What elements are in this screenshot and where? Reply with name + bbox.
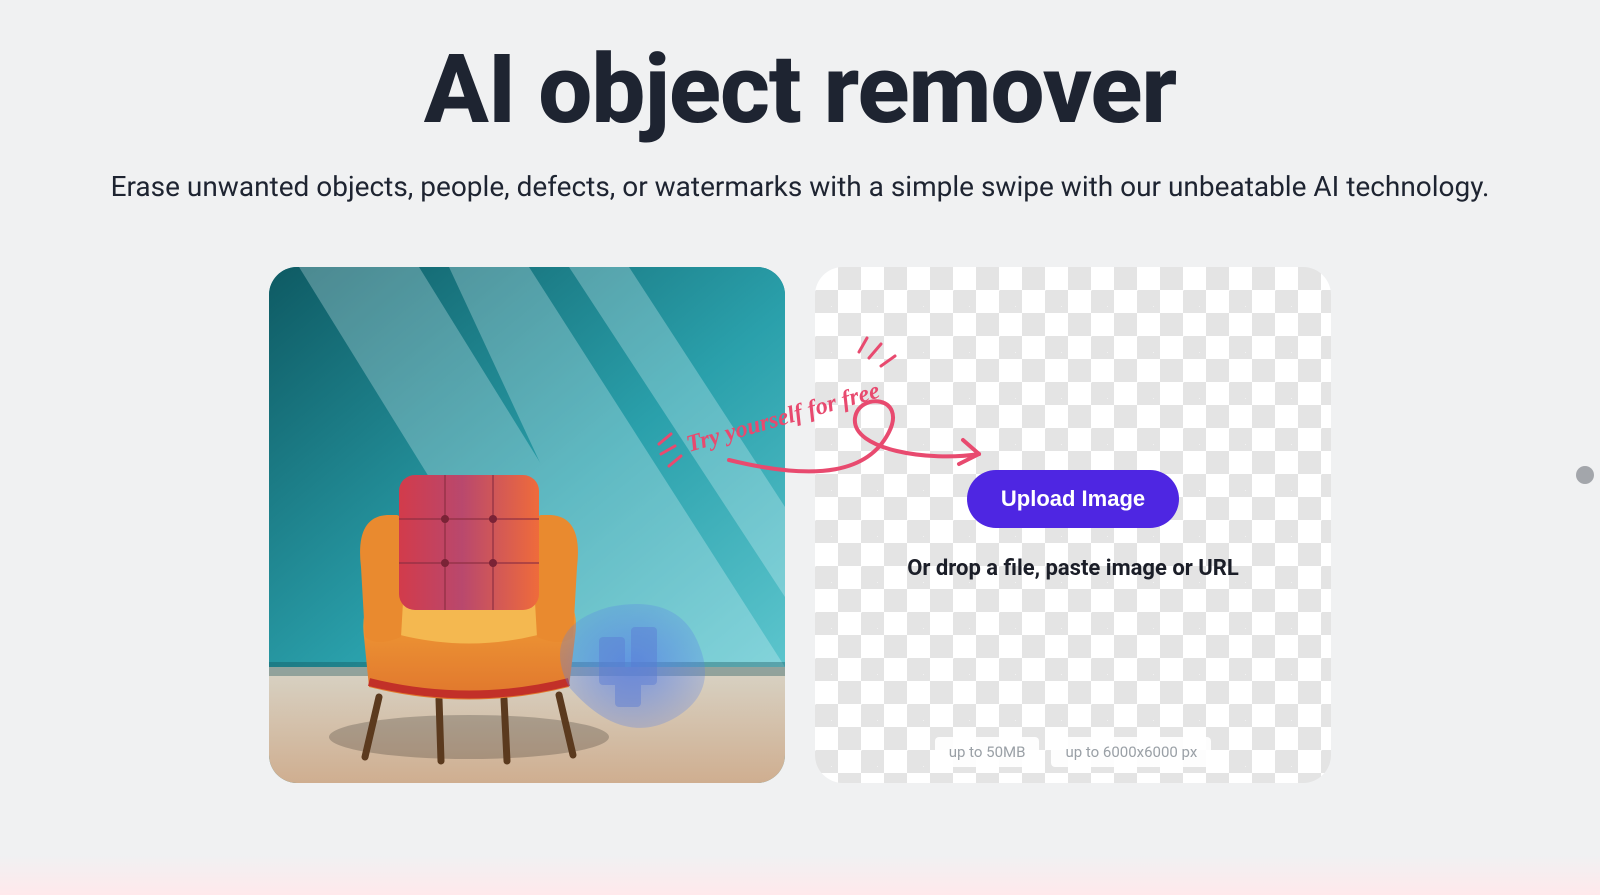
demo-room-illustration <box>269 267 785 783</box>
carousel-dot[interactable] <box>1576 466 1594 484</box>
footer-fade <box>0 855 1600 895</box>
limit-size-chip: up to 50MB <box>935 737 1040 767</box>
upload-limits: up to 50MB up to 6000x6000 px <box>815 737 1331 767</box>
upload-image-button[interactable]: Upload Image <box>967 470 1179 528</box>
demo-image-panel <box>269 267 785 783</box>
upload-dropzone[interactable]: Upload Image Or drop a file, paste image… <box>815 267 1331 783</box>
demo-and-upload-row: Try yourself for free Upload Image Or dr… <box>269 267 1331 783</box>
page-subtitle: Erase unwanted objects, people, defects,… <box>111 170 1490 203</box>
limit-dims-chip: up to 6000x6000 px <box>1051 737 1211 767</box>
page-title: AI object remover <box>424 34 1176 146</box>
drop-hint-text: Or drop a file, paste image or URL <box>907 556 1239 581</box>
